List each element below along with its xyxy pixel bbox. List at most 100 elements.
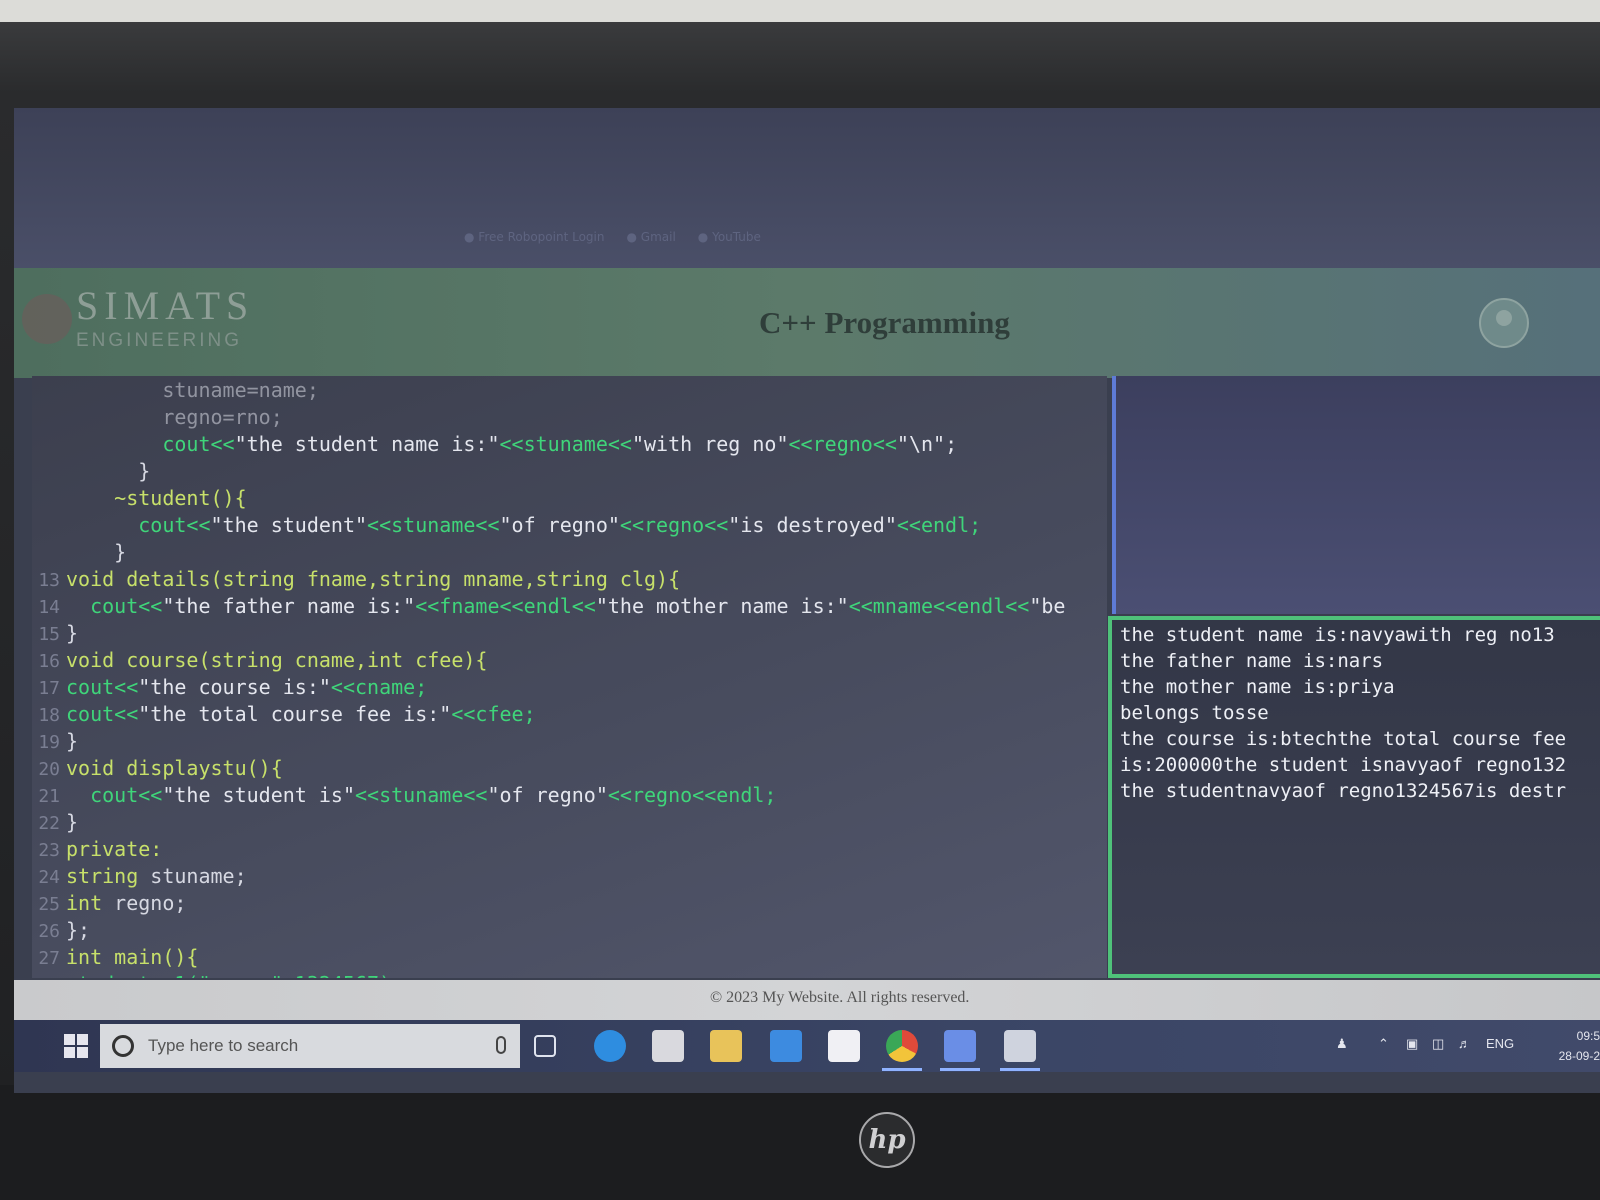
code-line[interactable]: 15} [32,621,78,648]
code-token: regno [812,432,873,456]
code-token: <<cname; [330,675,428,699]
code-token: "the course is:" [138,675,331,699]
code-token: regno=rno; [162,405,283,429]
code-line[interactable]: 14 cout<<"the father name is:"<<fname<<e… [32,594,1065,621]
code-token: } [66,729,79,753]
brand-subtitle: ENGINEERING [76,330,243,351]
code-token: } [66,810,79,834]
code-token: <<regno<< [619,513,729,537]
code-line[interactable]: } [32,459,150,486]
code-line[interactable]: 13 void details(string fname,string mname… [32,567,680,594]
code-line[interactable]: regno=rno; [32,405,283,432]
code-line[interactable]: 22} [32,810,78,837]
store-icon[interactable] [652,1030,684,1062]
screen: Free Robopoint Login Gmail YouTube SIMAT… [14,108,1600,1093]
window-icon[interactable] [1004,1030,1036,1062]
mail-icon[interactable] [770,1030,802,1062]
code-token: "be [1029,594,1066,618]
code-token: void [66,567,127,591]
file-explorer-icon[interactable] [710,1030,742,1062]
display-icon[interactable]: ◫ [1432,1036,1444,1052]
photos-icon[interactable] [828,1030,860,1062]
code-token: "with reg no" [631,432,789,456]
user-avatar-icon[interactable] [1479,298,1529,348]
windows-start-icon[interactable] [64,1034,88,1058]
code-line[interactable]: cout<<"the student name is:"<<stuname<<"… [32,432,957,459]
code-token: course(string cname,int cfee){ [126,648,488,672]
line-number: 13 [38,570,60,591]
bookmarks-bar: Free Robopoint Login Gmail YouTube [464,230,761,244]
code-token: cout<< [66,675,139,699]
task-view-icon[interactable] [534,1035,556,1057]
line-number: 24 [38,867,60,888]
line-number: 22 [38,813,60,834]
edge-icon[interactable] [594,1030,626,1062]
bookmark-item[interactable]: Free Robopoint Login [464,230,604,244]
code-token: private: [66,837,163,861]
code-line[interactable]: 17 cout<<"the course is:"<<cname; [32,675,427,702]
chevron-up-icon[interactable]: ⌃ [1378,1036,1389,1052]
code-token: displaystu(){ [126,756,283,780]
code-token: "of regno" [499,513,620,537]
code-token: stuname [523,432,608,456]
taskbar-clock[interactable]: 09:5 28-09-2 [1542,1026,1600,1066]
network-icon[interactable]: ▣ [1406,1036,1418,1052]
line-number: 25 [38,894,60,915]
console-output-line: is:200000the student isnavyaof regno132 [1120,754,1567,776]
taskbar: Type here to search ♟ ⌃ ▣ ◫ ♬ ENG 09:5 2… [14,1020,1600,1072]
code-token: "is destroyed" [728,513,897,537]
line-number: 27 [38,948,60,969]
code-editor[interactable]: stuname=name; regno=rno; cout<<"the stud… [32,376,1107,978]
code-token: cout<< [162,432,235,456]
chrome-icon[interactable] [886,1030,918,1062]
code-line[interactable]: 18 cout<<"the total course fee is:"<<cfee… [32,702,536,729]
page-title: C++ Programming [759,305,1010,340]
code-line[interactable]: 27 int main(){ [32,945,198,972]
taskbar-search-input[interactable]: Type here to search [100,1024,520,1068]
code-line[interactable]: 16 void course(string cname,int cfee){ [32,648,487,675]
line-number: 28 [32,975,60,978]
code-token: ~student(){ [66,486,247,510]
code-token: "the mother name is:" [595,594,849,618]
code-line[interactable]: 24 string stuname; [32,864,246,891]
console-output-line: belongs tosse [1120,702,1269,724]
code-token: cout<< [90,783,163,807]
code-line[interactable]: ~student(){ [32,486,247,513]
dev-cpp-icon[interactable] [944,1030,976,1062]
bookmark-item[interactable]: YouTube [698,230,761,244]
line-number: 17 [38,678,60,699]
code-line[interactable]: 20 void displaystu(){ [32,756,283,783]
code-line[interactable]: 28 student s1("navya",1324567); [32,972,403,978]
language-indicator[interactable]: ENG [1486,1036,1514,1051]
code-token: << [872,432,897,456]
people-icon[interactable]: ♟ [1336,1036,1348,1052]
console-output-line: the mother name is:priya [1120,676,1395,698]
microphone-icon[interactable] [496,1036,506,1054]
volume-icon[interactable]: ♬ [1458,1036,1471,1051]
copyright-text: © 2023 My Website. All rights reserved. [710,989,970,1006]
input-panel[interactable] [1112,376,1600,614]
window-active-indicator [1000,1068,1040,1071]
code-token: << [788,432,813,456]
code-token: <<cfee; [451,702,536,726]
code-line[interactable]: 25 int regno; [32,891,186,918]
code-token: string fname,string mname,string clg){ [222,567,681,591]
browser-chrome: Free Robopoint Login Gmail YouTube [14,108,1600,268]
code-token: cout<< [90,594,163,618]
code-token: details( [126,567,223,591]
code-line[interactable]: 21 cout<<"the student is"<<stuname<<"of … [32,783,776,810]
line-number: 15 [38,624,60,645]
bookmark-item[interactable]: Gmail [626,230,676,244]
code-line[interactable]: 23 private: [32,837,162,864]
code-token: student s1("navya",1324567); [66,972,403,978]
code-token: "the student name is:" [234,432,500,456]
code-line[interactable]: stuname=name; [32,378,319,405]
code-line[interactable]: cout<<"the student"<<stuname<<"of regno"… [32,513,981,540]
code-line[interactable]: } [32,540,126,567]
code-line[interactable]: 19} [32,729,78,756]
code-line[interactable]: 26}; [32,918,90,945]
line-number: 16 [38,651,60,672]
